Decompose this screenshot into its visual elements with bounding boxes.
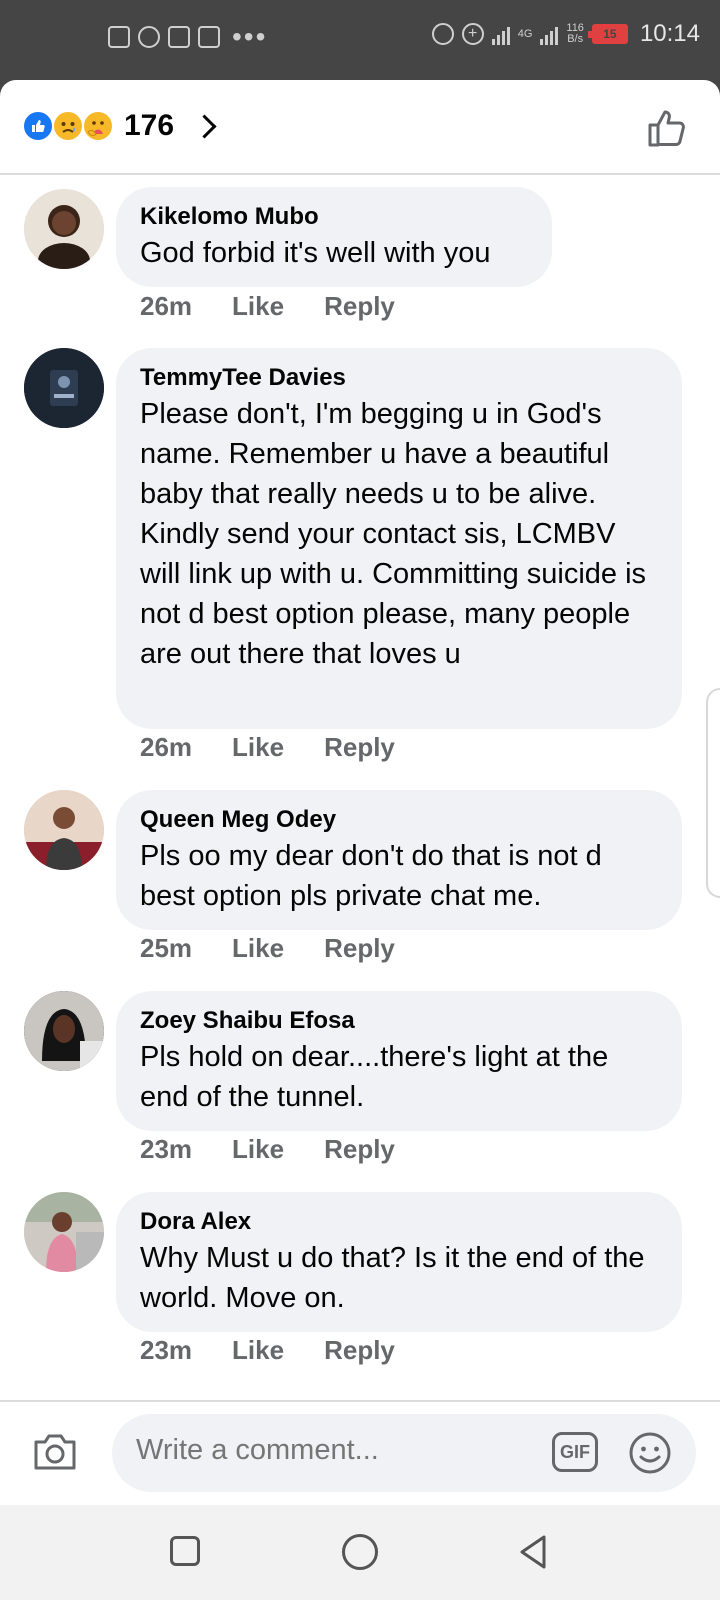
reply-link[interactable]: Reply (324, 1335, 395, 1366)
navigation-bar (0, 1505, 720, 1600)
smiley-icon (629, 1432, 671, 1474)
comment-input-container[interactable]: GIF (112, 1414, 696, 1492)
home-button[interactable] (342, 1534, 378, 1570)
comment-bubble[interactable]: Zoey Shaibu Efosa Pls hold on dear....th… (116, 991, 682, 1131)
comment-time[interactable]: 26m (140, 291, 192, 322)
reply-link[interactable]: Reply (324, 1134, 395, 1165)
avatar[interactable] (24, 348, 104, 428)
camera-icon (34, 1434, 76, 1470)
comment-time[interactable]: 23m (140, 1335, 192, 1366)
comment-text: Pls hold on dear....there's light at the… (140, 1041, 609, 1113)
avatar[interactable] (24, 1192, 104, 1272)
comment-time[interactable]: 25m (140, 933, 192, 964)
comment-author[interactable]: TemmyTee Davies (140, 362, 658, 394)
comment-actions: 26m Like Reply (140, 732, 435, 763)
comment-actions: 23m Like Reply (140, 1335, 435, 1366)
reaction-count: 176 (124, 109, 175, 142)
signal-2-icon (540, 23, 559, 45)
status-bar: ••• + 4G 116 B/s 15 10:14 (0, 0, 720, 80)
comment-actions: 26m Like Reply (140, 291, 435, 322)
like-link[interactable]: Like (232, 933, 284, 964)
comment-bubble[interactable]: Queen Meg Odey Pls oo my dear don't do t… (116, 790, 682, 930)
alarm-icon (431, 23, 454, 45)
comment-author[interactable]: Dora Alex (140, 1206, 658, 1238)
more-notifications-icon: ••• (232, 21, 268, 52)
messenger-icon (138, 26, 160, 48)
notification-icons: ••• (108, 21, 268, 52)
sad-icon (52, 110, 84, 142)
comment-text: Please don't, I'm begging u in God's nam… (140, 398, 647, 670)
comment-author[interactable]: Zoey Shaibu Efosa (140, 1005, 658, 1037)
comment-text: Pls oo my dear don't do that is not d be… (140, 840, 602, 912)
camera-button[interactable] (32, 1432, 78, 1472)
like-link[interactable]: Like (232, 1134, 284, 1165)
net-speed-unit: B/s (567, 33, 584, 45)
comment-bubble[interactable]: Kikelomo Mubo God forbid it's well with … (116, 187, 552, 287)
comment-bubble[interactable]: Dora Alex Why Must u do that? Is it the … (116, 1192, 682, 1332)
comment-time[interactable]: 26m (140, 732, 192, 763)
comment-actions: 25m Like Reply (140, 933, 435, 964)
care-icon (82, 110, 114, 142)
battery-level: 15 (603, 27, 617, 41)
thumbs-up-icon (648, 110, 685, 147)
chevron-right-icon (192, 113, 217, 139)
comment-input[interactable] (136, 1434, 516, 1467)
reply-link[interactable]: Reply (324, 933, 395, 964)
battery-icon: 15 (587, 24, 628, 44)
avatar[interactable] (24, 189, 104, 269)
comments-sheet: 176 Kikelomo Mubo God forbid it's well w… (0, 80, 720, 1505)
comment-composer: GIF (0, 1400, 720, 1505)
comment-author[interactable]: Kikelomo Mubo (140, 201, 528, 233)
data-saver-icon: + (461, 23, 484, 45)
comment-bubble[interactable]: TemmyTee Davies Please don't, I'm beggin… (116, 348, 682, 729)
like-link[interactable]: Like (232, 1335, 284, 1366)
save-icon (198, 26, 220, 48)
back-icon (520, 1535, 546, 1569)
clock: 10:14 (639, 20, 700, 47)
network-type: 4G (517, 27, 533, 40)
scroll-indicator[interactable] (706, 688, 720, 898)
like-link[interactable]: Like (232, 732, 284, 763)
avatar[interactable] (24, 991, 104, 1071)
net-speed: 116 B/s (566, 23, 584, 45)
back-button[interactable] (516, 1533, 552, 1571)
reply-link[interactable]: Reply (324, 291, 395, 322)
reply-link[interactable]: Reply (324, 732, 395, 763)
clipboard-icon (168, 26, 190, 48)
recent-apps-button[interactable] (170, 1536, 200, 1566)
comment-actions: 23m Like Reply (140, 1134, 435, 1165)
emoji-button[interactable] (628, 1431, 672, 1475)
comment-text: Why Must u do that? Is it the end of the… (140, 1242, 645, 1314)
comment-time[interactable]: 23m (140, 1134, 192, 1165)
reactions-header: 176 (0, 80, 720, 175)
like-link[interactable]: Like (232, 291, 284, 322)
reactions-summary[interactable]: 176 (22, 109, 217, 143)
gif-button[interactable]: GIF (552, 1432, 598, 1472)
like-button[interactable] (646, 106, 690, 150)
avatar[interactable] (24, 790, 104, 870)
signal-icon (491, 23, 510, 45)
news-icon (108, 26, 130, 48)
like-icon (22, 110, 54, 142)
comment-text: God forbid it's well with you (140, 237, 491, 269)
comment-author[interactable]: Queen Meg Odey (140, 804, 658, 836)
